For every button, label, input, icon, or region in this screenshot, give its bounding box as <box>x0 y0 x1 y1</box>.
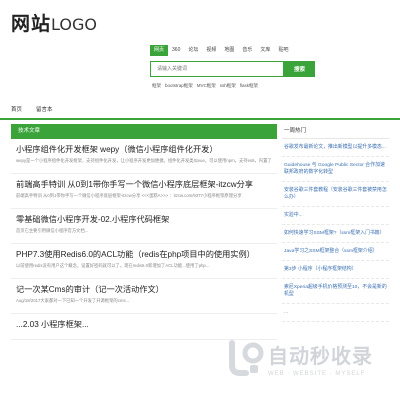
sidebar-item-link[interactable]: 安装谷歌三件套教程（安装谷歌三件套被禁用怎么办） <box>282 182 389 207</box>
search-tab-forum[interactable]: 论坛 <box>184 45 202 56</box>
search-bar: 搜索 <box>150 61 315 77</box>
sidebar-item-link[interactable]: 谷歌发布最新论文，推出新模型以提升多模态... <box>282 139 389 157</box>
search-input[interactable] <box>150 61 284 77</box>
hot-keyword-link[interactable]: ssh框架 <box>220 83 236 89</box>
sidebar-item-link[interactable]: Java学习之SSM框架整合（ssm框架介绍） <box>282 243 389 261</box>
main-nav: 首页 留言本 <box>0 100 400 120</box>
sidebar-item-link[interactable]: 第3步 小程序（小程序框架结构） <box>282 261 389 279</box>
search-tab-library[interactable]: 文库 <box>256 45 274 56</box>
article-title-link[interactable]: PHP7.3使用Redis6.0的ACL功能（redis在php项目中的使用实例… <box>16 249 272 260</box>
article-title-link[interactable]: 前端高手特训 从0到1带你手写一个微信小程序底层框架-itzcw分享 <box>16 179 272 190</box>
article-title-link[interactable]: 记一次某Cms的审计（记一次活动作文） <box>16 284 272 295</box>
site-logo[interactable]: 网站 LOGO <box>11 9 97 35</box>
hot-keyword-link[interactable]: MVC框架 <box>197 83 216 89</box>
sidebar-item-link[interactable]: ... <box>282 304 389 322</box>
search-type-tabs: 网页 360 论坛 视频 地图 音乐 文库 贴吧 <box>150 45 292 56</box>
search-tab-360[interactable]: 360 <box>168 45 184 56</box>
watermark-subtitle: WEB · WEBSITE · MYSELF <box>268 370 366 377</box>
article-excerpt: Aug/18/2017大家都对一下已知一个开发了开源框架的cms... <box>16 298 130 303</box>
search-tab-map[interactable]: 地图 <box>220 45 238 56</box>
nav-item-guestbook[interactable]: 留言本 <box>36 105 53 113</box>
hot-keyword-link[interactable]: bootstrap框架 <box>165 83 193 89</box>
article-excerpt: 以前使用redis没有用户这个概念，设置好密码就可以了。现在redis6.0新增… <box>16 263 210 268</box>
article-title-link[interactable]: 零基础微信小程序开发-02.小程序代码框架 <box>16 214 272 225</box>
hot-keyword-link[interactable]: flask框架 <box>240 83 258 89</box>
article-list: 技术文章 小程序组件化开发框架 wepy（微信小程序组件化开发） wepy是一个… <box>11 124 277 340</box>
list-item: 小程序组件化开发框架 wepy（微信小程序组件化开发） wepy是一个小程序组件… <box>11 139 277 174</box>
watermark-logo-icon <box>229 340 264 376</box>
watermark: 自动秒收录 WEB · WEBSITE · MYSELF <box>226 333 386 383</box>
sidebar-item-link[interactable]: 实验中... <box>282 207 389 225</box>
logo-en-text: LOGO <box>51 15 97 34</box>
sidebar-item-link[interactable]: 索尼Xperia超级手机价格预测至10，不会是新的机型 <box>282 279 389 304</box>
nav-item-home[interactable]: 首页 <box>11 105 22 113</box>
section-title: 技术文章 <box>11 124 277 139</box>
list-item: 零基础微信小程序开发-02.小程序代码框架 首页它主要引用微信小程序官方文档..… <box>11 209 277 244</box>
article-excerpt: 前端高手特训 从0到1带你手写一个微信小程序底层框架-itzcw分享 <<<蛋糕… <box>16 193 242 198</box>
article-title-link[interactable]: ...2.03 小程序框架... <box>16 319 272 330</box>
search-tab-music[interactable]: 音乐 <box>238 45 256 56</box>
search-tab-web[interactable]: 网页 <box>150 45 169 56</box>
hot-keyword-link[interactable]: 框架 <box>152 83 161 89</box>
list-item: PHP7.3使用Redis6.0的ACL功能（redis在php项目中的使用实例… <box>11 244 277 279</box>
watermark-title: 自动秒收录 <box>268 343 373 368</box>
search-button[interactable]: 搜索 <box>284 61 315 77</box>
hot-keywords: 框架 bootstrap框架 MVC框架 ssh框架 flask框架 <box>152 83 258 89</box>
article-excerpt: 首页它主要引用微信小程序官方文档... <box>16 228 89 233</box>
sidebar-item-link[interactable]: 如何快速学习SSM框架?（ssm框架入门书籍） <box>282 225 389 243</box>
article-excerpt: wepy是一个小程序组件化开发框架，支持组件化开发，让小程序开发更加便捷。组件化… <box>16 158 272 163</box>
sidebar-item-link[interactable]: Guidehouse 与 Google Public Sector 合作加速 联… <box>282 157 389 182</box>
search-tab-video[interactable]: 视频 <box>202 45 220 56</box>
article-title-link[interactable]: 小程序组件化开发框架 wepy（微信小程序组件化开发） <box>16 144 272 155</box>
list-item: 记一次某Cms的审计（记一次活动作文） Aug/18/2017大家都对一下已知一… <box>11 279 277 314</box>
sidebar-title: 一周热门 <box>282 124 389 139</box>
sidebar-hot-week: 一周热门 谷歌发布最新论文，推出新模型以提升多模态... Guidehouse … <box>282 124 389 322</box>
search-tab-tieba[interactable]: 贴吧 <box>274 45 292 56</box>
list-item: 前端高手特训 从0到1带你手写一个微信小程序底层框架-itzcw分享 前端高手特… <box>11 174 277 209</box>
list-item: ...2.03 小程序框架... <box>11 314 277 340</box>
logo-cn-text: 网站 <box>11 13 52 35</box>
